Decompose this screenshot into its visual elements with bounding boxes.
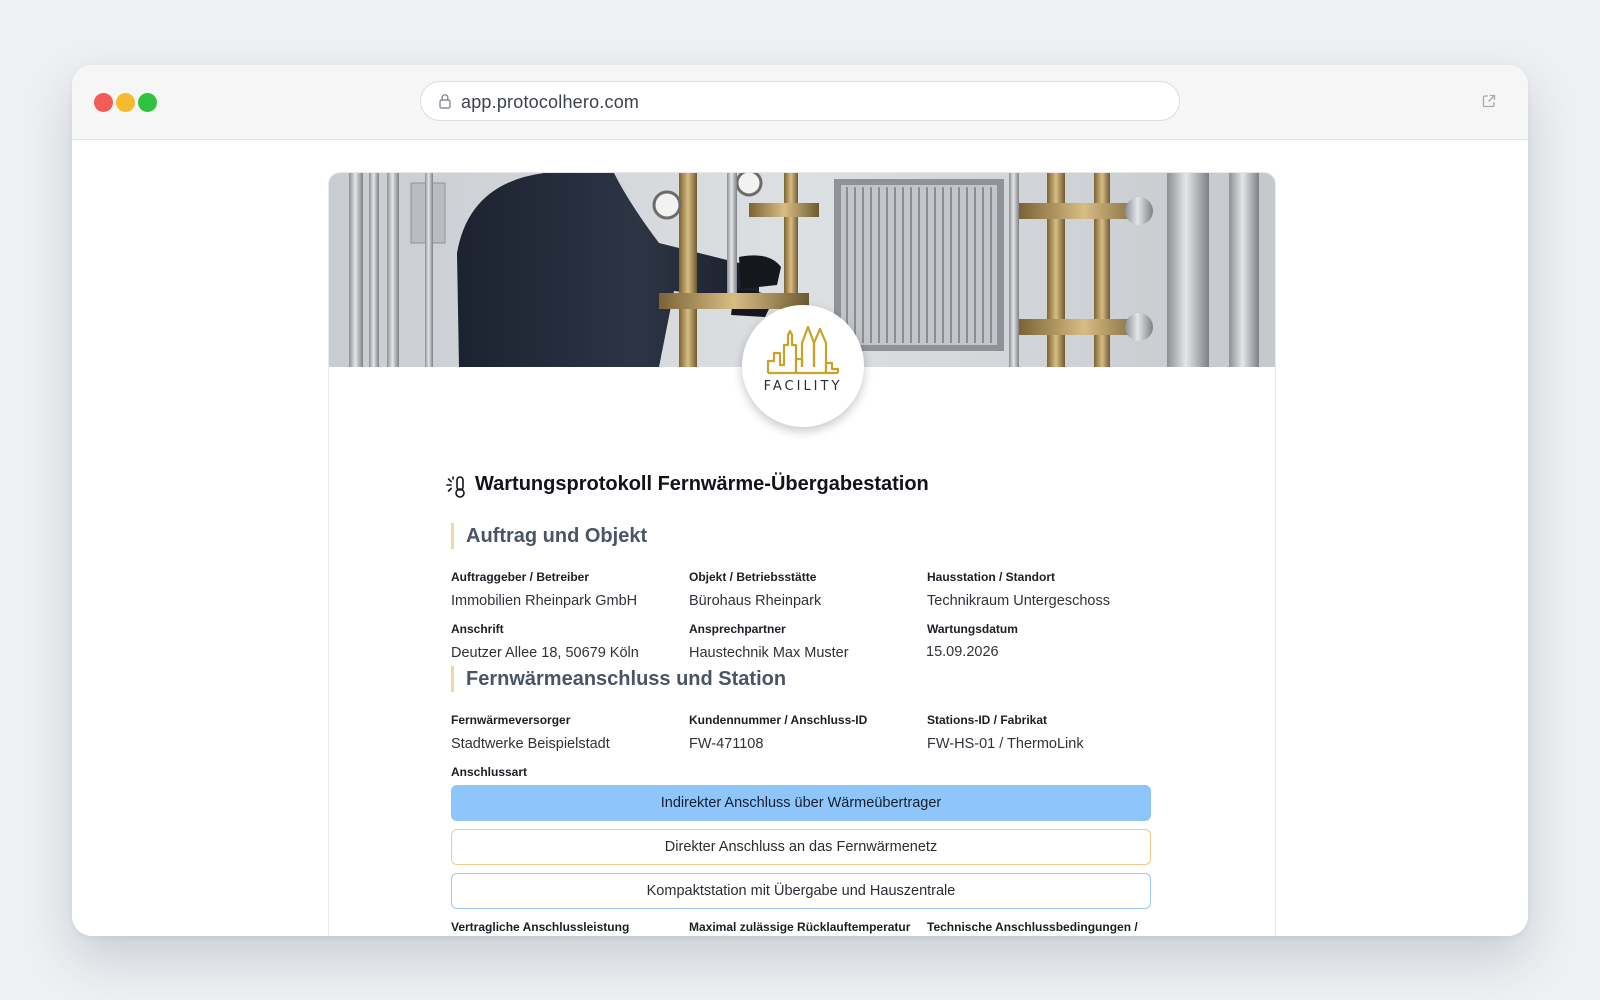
form-card: FACILITY Wartungsprotokoll Fernwärme-Übe… [328,172,1276,936]
browser-titlebar: app.protocolhero.com [72,65,1528,140]
value-hausstation[interactable]: Technikraum Untergeschoss [927,593,1110,609]
option-indirekter-anschluss[interactable]: Indirekter Anschluss über Wärmeübertrage… [451,785,1151,821]
label-auftraggeber: Auftraggeber / Betreiber [451,570,590,584]
url-text: app.protocolhero.com [461,92,640,112]
option-direkter-anschluss[interactable]: Direkter Anschluss an das Fernwärmenetz [451,829,1151,865]
label-objekt: Objekt / Betriebsstätte [689,570,817,584]
label-hausstation: Hausstation / Standort [927,570,1056,584]
section-heading-auftrag: Auftrag und Objekt [451,523,647,549]
label-fernwaermeversorger: Fernwärmeversorger [451,713,571,727]
minimize-window-button[interactable] [116,93,135,112]
label-wartungsdatum: Wartungsdatum [927,622,1018,636]
skyline-logo-icon [766,325,840,375]
label-anschlussbedingungen: Technische Anschlussbedingungen / [927,920,1138,934]
value-kundennummer[interactable]: FW-471108 [689,736,763,752]
value-anschrift[interactable]: Deutzer Allee 18, 50679 Köln [451,645,639,661]
label-anschrift: Anschrift [451,622,504,636]
label-ruecklauftemperatur: Maximal zulässige Rücklauftemperatur [689,920,911,934]
open-external-icon[interactable] [1482,94,1496,108]
option-kompaktstation[interactable]: Kompaktstation mit Übergabe und Hauszent… [451,873,1151,909]
value-fernwaermeversorger[interactable]: Stadtwerke Beispielstadt [451,736,610,752]
close-window-button[interactable] [94,93,113,112]
label-stations-id: Stations-ID / Fabrikat [927,713,1048,727]
maximize-window-button[interactable] [138,93,157,112]
form-title: Wartungsprotokoll Fernwärme-Übergabestat… [475,473,929,495]
value-stations-id[interactable]: FW-HS-01 / ThermoLink [927,736,1084,752]
temperature-sun-icon [446,476,465,498]
logo-text: FACILITY [763,379,843,394]
lock-icon [439,94,451,109]
facility-logo: FACILITY [742,305,864,427]
value-ansprechpartner[interactable]: Haustechnik Max Muster [689,645,849,661]
address-bar[interactable]: app.protocolhero.com [420,81,1180,121]
section-heading-fernwaerme: Fernwärmeanschluss und Station [451,666,786,692]
label-kundennummer: Kundennummer / Anschluss-ID [689,713,868,727]
label-anschlussart: Anschlussart [451,765,528,779]
value-wartungsdatum[interactable]: 15.09.2026 [926,644,999,660]
value-auftraggeber[interactable]: Immobilien Rheinpark GmbH [451,593,637,609]
label-anschlussleistung: Vertragliche Anschlussleistung [451,920,630,934]
page-viewport: FACILITY Wartungsprotokoll Fernwärme-Übe… [72,140,1528,936]
value-objekt[interactable]: Bürohaus Rheinpark [689,593,821,609]
label-ansprechpartner: Ansprechpartner [689,622,786,636]
browser-window: app.protocolhero.com FACILITY Wartungspr… [72,65,1528,936]
